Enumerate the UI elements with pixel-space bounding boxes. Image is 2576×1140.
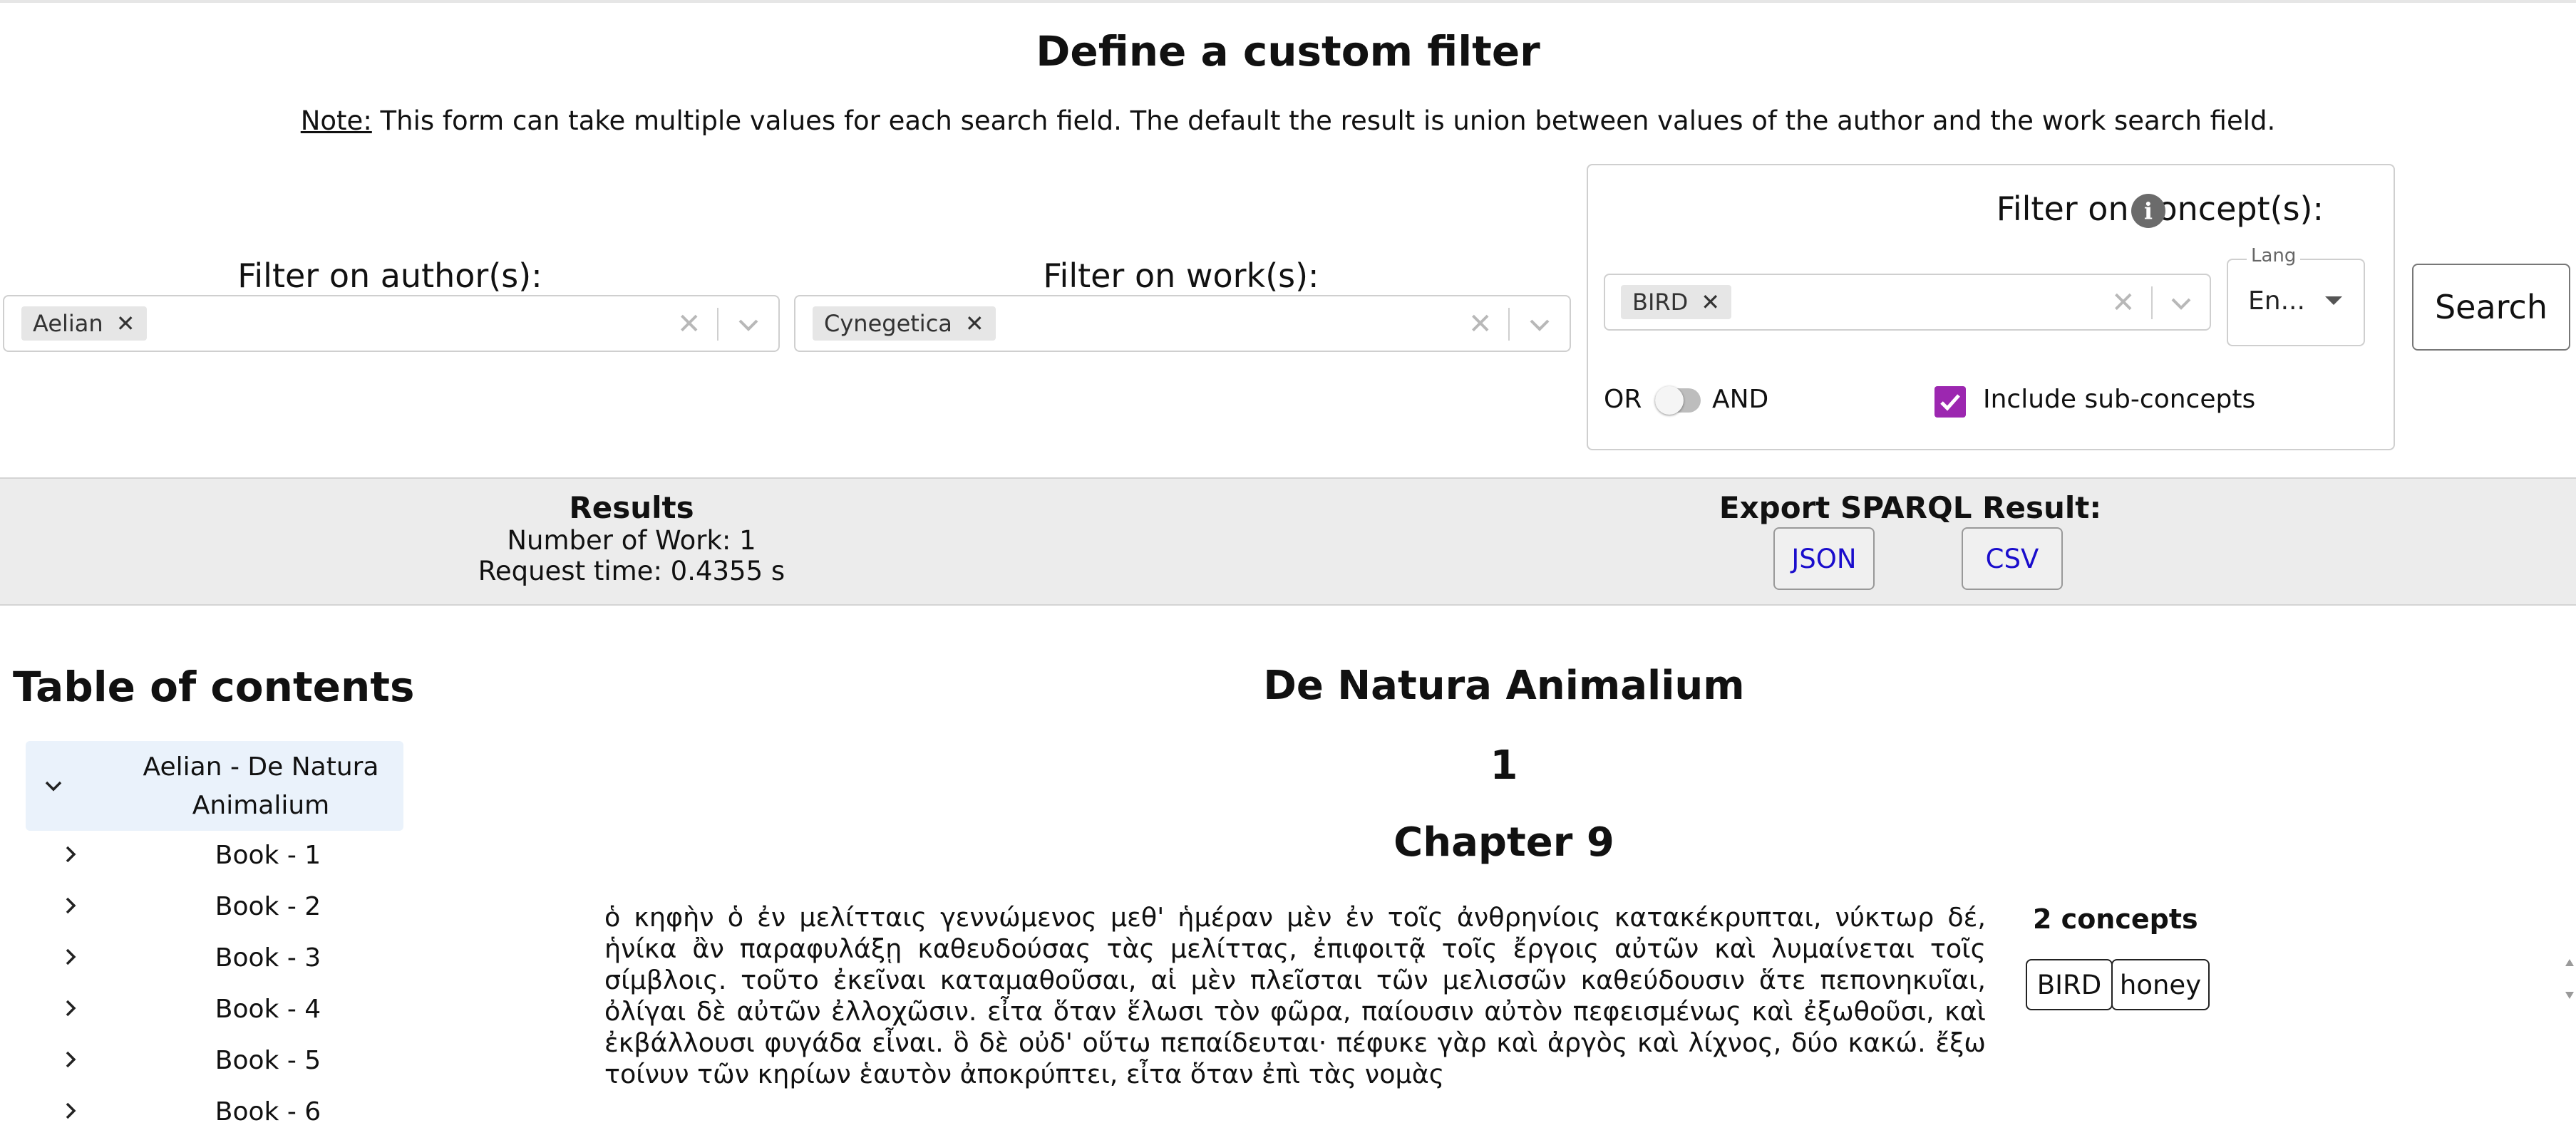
- toc-item[interactable]: Book - 4: [26, 995, 403, 1037]
- clear-author-icon[interactable]: ✕: [677, 308, 701, 341]
- include-subconcepts-label: Include sub-concepts: [1983, 385, 2256, 414]
- concept-tag-label: BIRD: [1632, 289, 1689, 316]
- author-filter-label: Filter on author(s):: [237, 256, 542, 295]
- chevron-right-icon[interactable]: [60, 946, 81, 968]
- concept-select[interactable]: BIRD ✕ ✕: [1604, 274, 2211, 331]
- search-button[interactable]: Search: [2412, 264, 2570, 351]
- results-summary: Results Number of Work: 1 Request time: …: [418, 490, 845, 586]
- concepts-count: 2 concepts: [2033, 903, 2198, 935]
- clear-concept-icon[interactable]: ✕: [2111, 286, 2135, 319]
- chevron-down-icon[interactable]: [43, 775, 64, 797]
- toc-root-item[interactable]: Aelian - De Natura Animalium: [26, 741, 403, 831]
- chevron-right-icon[interactable]: [60, 998, 81, 1019]
- concept-dropdown-chevron-icon[interactable]: [2168, 291, 2194, 316]
- concept-tag: BIRD ✕: [1621, 285, 1732, 319]
- work-count: Number of Work: 1: [507, 525, 756, 556]
- book-number: 1: [1490, 742, 1518, 789]
- toggle-and-label: AND: [1712, 385, 1769, 414]
- export-csv-button[interactable]: CSV: [1962, 527, 2063, 590]
- lang-legend: Lang: [2247, 245, 2301, 266]
- scroll-down-icon[interactable]: [2563, 982, 2576, 1010]
- scroll-up-icon[interactable]: [2563, 950, 2576, 979]
- toggle-or-label: OR: [1604, 385, 1642, 414]
- lang-value: En...: [2248, 286, 2305, 316]
- toc-item[interactable]: Book - 1: [26, 841, 403, 884]
- toc-item[interactable]: Book - 6: [26, 1097, 403, 1140]
- note-text: This form can take multiple values for e…: [371, 105, 2276, 136]
- select-separator: [1508, 308, 1510, 341]
- page-title: Define a custom filter: [1036, 27, 1540, 76]
- top-border: [0, 0, 2576, 3]
- chapter-title: Chapter 9: [1393, 819, 1614, 866]
- remove-concept-tag-icon[interactable]: ✕: [1701, 289, 1720, 316]
- select-separator: [2151, 286, 2153, 319]
- note-label: Note:: [300, 105, 372, 136]
- work-dropdown-chevron-icon[interactable]: [1527, 312, 1552, 338]
- toggle-knob[interactable]: [1655, 386, 1684, 415]
- concept-chip-honey[interactable]: honey: [2111, 959, 2210, 1010]
- results-title: Results: [569, 490, 694, 525]
- toc-title: Table of contents: [13, 663, 415, 711]
- checkmark-icon: [1940, 394, 1960, 411]
- toc-item-label: Book - 3: [215, 943, 321, 973]
- toc-item-label: Book - 4: [215, 995, 321, 1024]
- work-title: De Natura Animalium: [1263, 663, 1745, 709]
- work-tag-label: Cynegetica: [824, 310, 952, 337]
- work-tag: Cynegetica ✕: [813, 306, 996, 341]
- toc-item-label: Book - 1: [215, 841, 321, 870]
- toc-item-label: Book - 5: [215, 1046, 321, 1075]
- chevron-right-icon[interactable]: [60, 1100, 81, 1121]
- results-band: [0, 477, 2576, 606]
- author-tag-label: Aelian: [33, 310, 103, 337]
- clear-work-icon[interactable]: ✕: [1468, 308, 1493, 341]
- remove-author-tag-icon[interactable]: ✕: [116, 310, 135, 337]
- concept-chip-bird[interactable]: BIRD: [2026, 959, 2113, 1010]
- author-select[interactable]: Aelian ✕ ✕: [3, 295, 780, 352]
- toc-root-label: Aelian - De Natura Animalium: [143, 752, 379, 820]
- chevron-right-icon[interactable]: [60, 895, 81, 916]
- lang-caret-icon[interactable]: [2325, 296, 2342, 305]
- work-select[interactable]: Cynegetica ✕ ✕: [794, 295, 1571, 352]
- toc-item[interactable]: Book - 5: [26, 1046, 403, 1089]
- include-subconcepts-checkbox[interactable]: [1934, 386, 1966, 418]
- request-time: Request time: 0.4355 s: [478, 556, 785, 586]
- passage-text: ὁ κηφὴν ὁ ἐν μελίτταις γεννώμενος μεθ' ἡ…: [604, 902, 1986, 1089]
- toc-item[interactable]: Book - 2: [26, 892, 403, 935]
- author-dropdown-chevron-icon[interactable]: [736, 312, 761, 338]
- info-icon[interactable]: i: [2131, 194, 2165, 228]
- form-note: Note: This form can take multiple values…: [0, 105, 2576, 136]
- concept-filter-label: Filter on concept(s):: [1996, 190, 2324, 228]
- toc-item-label: Book - 6: [215, 1097, 321, 1126]
- chevron-right-icon[interactable]: [60, 1049, 81, 1070]
- export-json-button[interactable]: JSON: [1773, 527, 1875, 590]
- toc-item-label: Book - 2: [215, 892, 321, 921]
- remove-work-tag-icon[interactable]: ✕: [965, 310, 984, 337]
- chevron-right-icon[interactable]: [60, 844, 81, 865]
- author-tag: Aelian ✕: [21, 306, 147, 341]
- work-filter-label: Filter on work(s):: [1043, 256, 1319, 295]
- select-separator: [717, 308, 718, 341]
- toc-item[interactable]: Book - 3: [26, 943, 403, 986]
- export-title: Export SPARQL Result:: [1719, 490, 2102, 525]
